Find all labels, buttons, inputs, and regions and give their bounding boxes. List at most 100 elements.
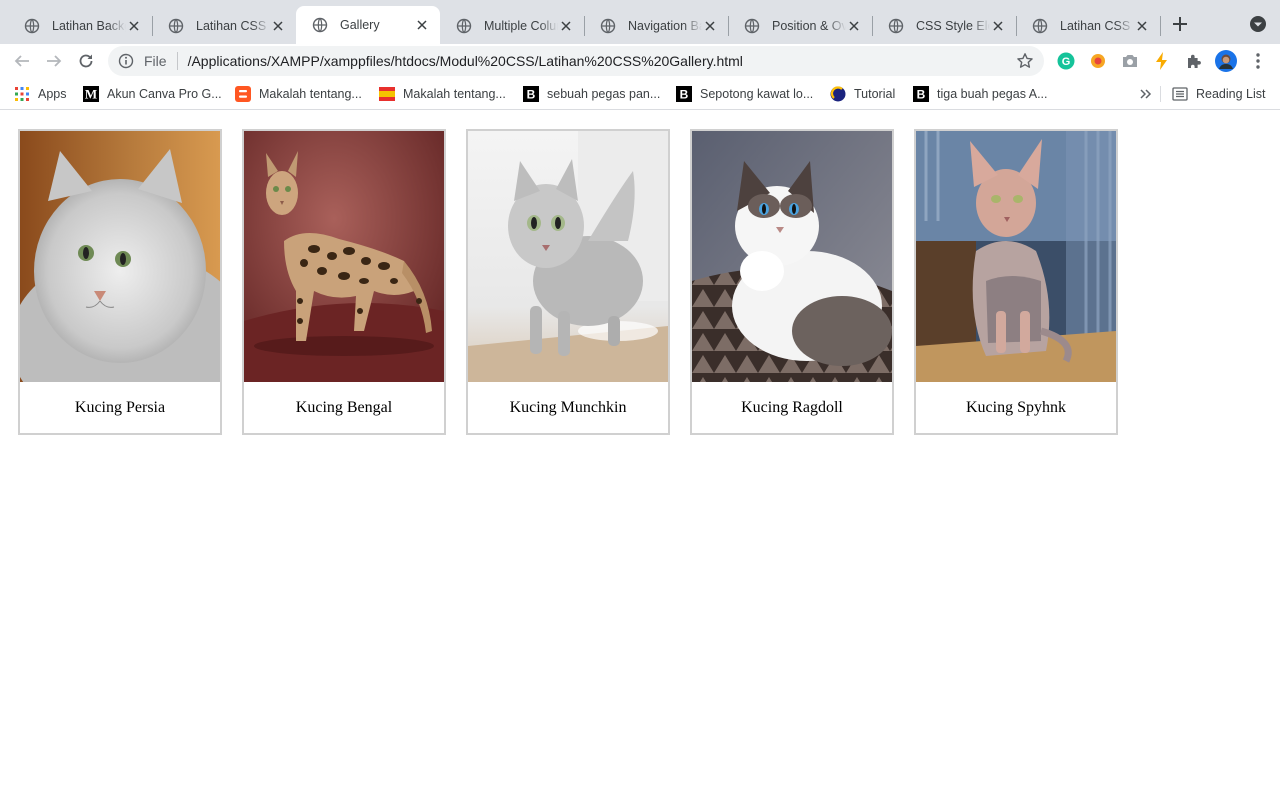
close-icon[interactable] [846,18,862,34]
gallery-card-persia[interactable]: Kucing Persia [18,129,222,435]
gallery-card-munchkin[interactable]: Kucing Munchkin [466,129,670,435]
sphynx-cat-photo[interactable] [916,131,1116,382]
info-icon[interactable] [118,53,134,69]
svg-text:B: B [527,88,536,102]
tab-navigation-bar[interactable]: Navigation Ba [584,8,728,44]
close-icon[interactable] [1134,18,1150,34]
bookmarks-divider [1160,86,1161,102]
gallery-caption: Kucing Ragdoll [741,398,843,416]
screenshot-extension-button[interactable] [1120,51,1140,71]
address-bar[interactable]: File /Applications/XAMPP/xamppfiles/htdo… [108,46,1044,76]
bookmark-label: Makalah tentang... [403,87,506,101]
arrow-left-icon [14,55,29,67]
tab-title: Latihan CSS T [1060,19,1134,33]
profile-avatar-button[interactable] [1215,50,1237,72]
gallery-caption: Kucing Spyhnk [966,398,1066,416]
svg-text:B: B [680,88,689,102]
globe-icon [456,18,472,34]
reading-list-label: Reading List [1196,87,1266,101]
bookmark-label: Sepotong kawat lo... [700,87,814,101]
bookmark-sebuah-pegas[interactable]: B sebuah pegas pan... [523,84,660,104]
tab-title: Multiple Colum [484,19,558,33]
avatar [1215,50,1237,72]
more-vertical-icon [1256,53,1260,69]
orange-extension-button[interactable] [1088,51,1108,71]
persian-cat-photo[interactable] [20,131,220,382]
chevron-down-circle-icon [1250,16,1266,32]
bookmark-tutorial[interactable]: Tutorial [830,84,895,104]
tab-divider [1160,16,1161,36]
gallery-card-sphynx[interactable]: Kucing Spyhnk [914,129,1118,435]
gallery-card-ragdoll[interactable]: Kucing Ragdoll [690,129,894,435]
bookmark-sepotong-kawat[interactable]: B Sepotong kawat lo... [676,84,813,104]
apps-grid-icon [14,86,30,102]
puzzle-icon [1188,54,1201,68]
tab-css-style-element[interactable]: CSS Style Elem [872,8,1016,44]
scheme-label: File [144,53,167,69]
browser-menu-button[interactable] [1248,51,1268,71]
tab-title: Latihan Backg [52,19,126,33]
new-tab-button[interactable] [1168,12,1192,36]
close-icon[interactable] [702,18,718,34]
blogger-icon [235,86,251,102]
brainly-b-icon: B [676,86,692,102]
bookmark-label: sebuah pegas pan... [547,87,661,101]
tab-title: Position & Ov [772,19,846,33]
reload-icon [79,54,93,68]
globe-icon [888,18,904,34]
munchkin-cat-photo[interactable] [468,131,668,382]
more-bookmarks-button[interactable] [1140,84,1152,104]
reload-button[interactable] [74,49,98,73]
bengal-cat-photo[interactable] [244,131,444,382]
tab-title: Gallery [340,18,380,32]
globe-icon [24,18,40,34]
bookmark-label: Apps [38,87,67,101]
tab-gallery[interactable]: Gallery [296,6,440,44]
bookmark-makalah-blogger[interactable]: Makalah tentang... [235,84,362,104]
back-button[interactable] [10,49,34,73]
close-icon[interactable] [270,18,286,34]
grammarly-extension-button[interactable]: G [1056,51,1076,71]
brainly-b-icon: B [523,86,539,102]
tab-title: CSS Style Elem [916,19,990,33]
bookmark-tiga-buah-pegas[interactable]: B tiga buah pegas A... [913,84,1048,104]
bookmark-label: Makalah tentang... [259,87,362,101]
tab-latihan-css-b[interactable]: Latihan CSS B [152,8,296,44]
star-icon[interactable] [1016,52,1034,70]
tab-position-overflow[interactable]: Position & Ov [728,8,872,44]
globe-icon [600,18,616,34]
bookmark-akun-canva[interactable]: M Akun Canva Pro G... [83,84,222,104]
tutorial-logo-icon [830,86,846,102]
ragdoll-cat-photo[interactable] [692,131,892,382]
close-icon[interactable] [558,18,574,34]
gallery-caption: Kucing Munchkin [509,398,627,416]
tab-multiple-columns[interactable]: Multiple Colum [440,8,584,44]
lightning-icon [1156,52,1167,70]
bookmark-label: Tutorial [854,87,896,101]
brainly-b-icon: B [913,86,929,102]
plus-icon [1173,17,1187,31]
browser-toolbar: File /Applications/XAMPP/xamppfiles/htdo… [0,44,1280,78]
tab-latihan-background[interactable]: Latihan Backg [8,8,152,44]
gallery-caption: Kucing Persia [74,398,166,416]
close-icon[interactable] [126,18,142,34]
svg-text:M: M [85,87,97,102]
close-icon[interactable] [990,18,1006,34]
gallery-caption: Kucing Bengal [295,398,393,416]
reading-list-button[interactable]: Reading List [1172,84,1266,104]
tab-latihan-css-t[interactable]: Latihan CSS T [1016,8,1160,44]
lightning-extension-button[interactable] [1152,51,1172,71]
extensions-button[interactable] [1184,51,1204,71]
gallery-card-bengal[interactable]: Kucing Bengal [242,129,446,435]
orange-circle-icon [1091,54,1105,68]
camera-icon [1123,55,1137,67]
arrow-right-icon [47,55,62,67]
tab-search-button[interactable] [1248,14,1268,34]
bookmark-apps[interactable]: Apps [14,84,67,104]
double-chevron-right-icon [1140,89,1152,99]
bookmark-makalah-flag[interactable]: Makalah tentang... [379,84,506,104]
forward-button[interactable] [42,49,66,73]
globe-icon [1032,18,1048,34]
close-icon[interactable] [414,17,430,33]
url-text[interactable]: /Applications/XAMPP/xamppfiles/htdocs/Mo… [188,53,743,69]
